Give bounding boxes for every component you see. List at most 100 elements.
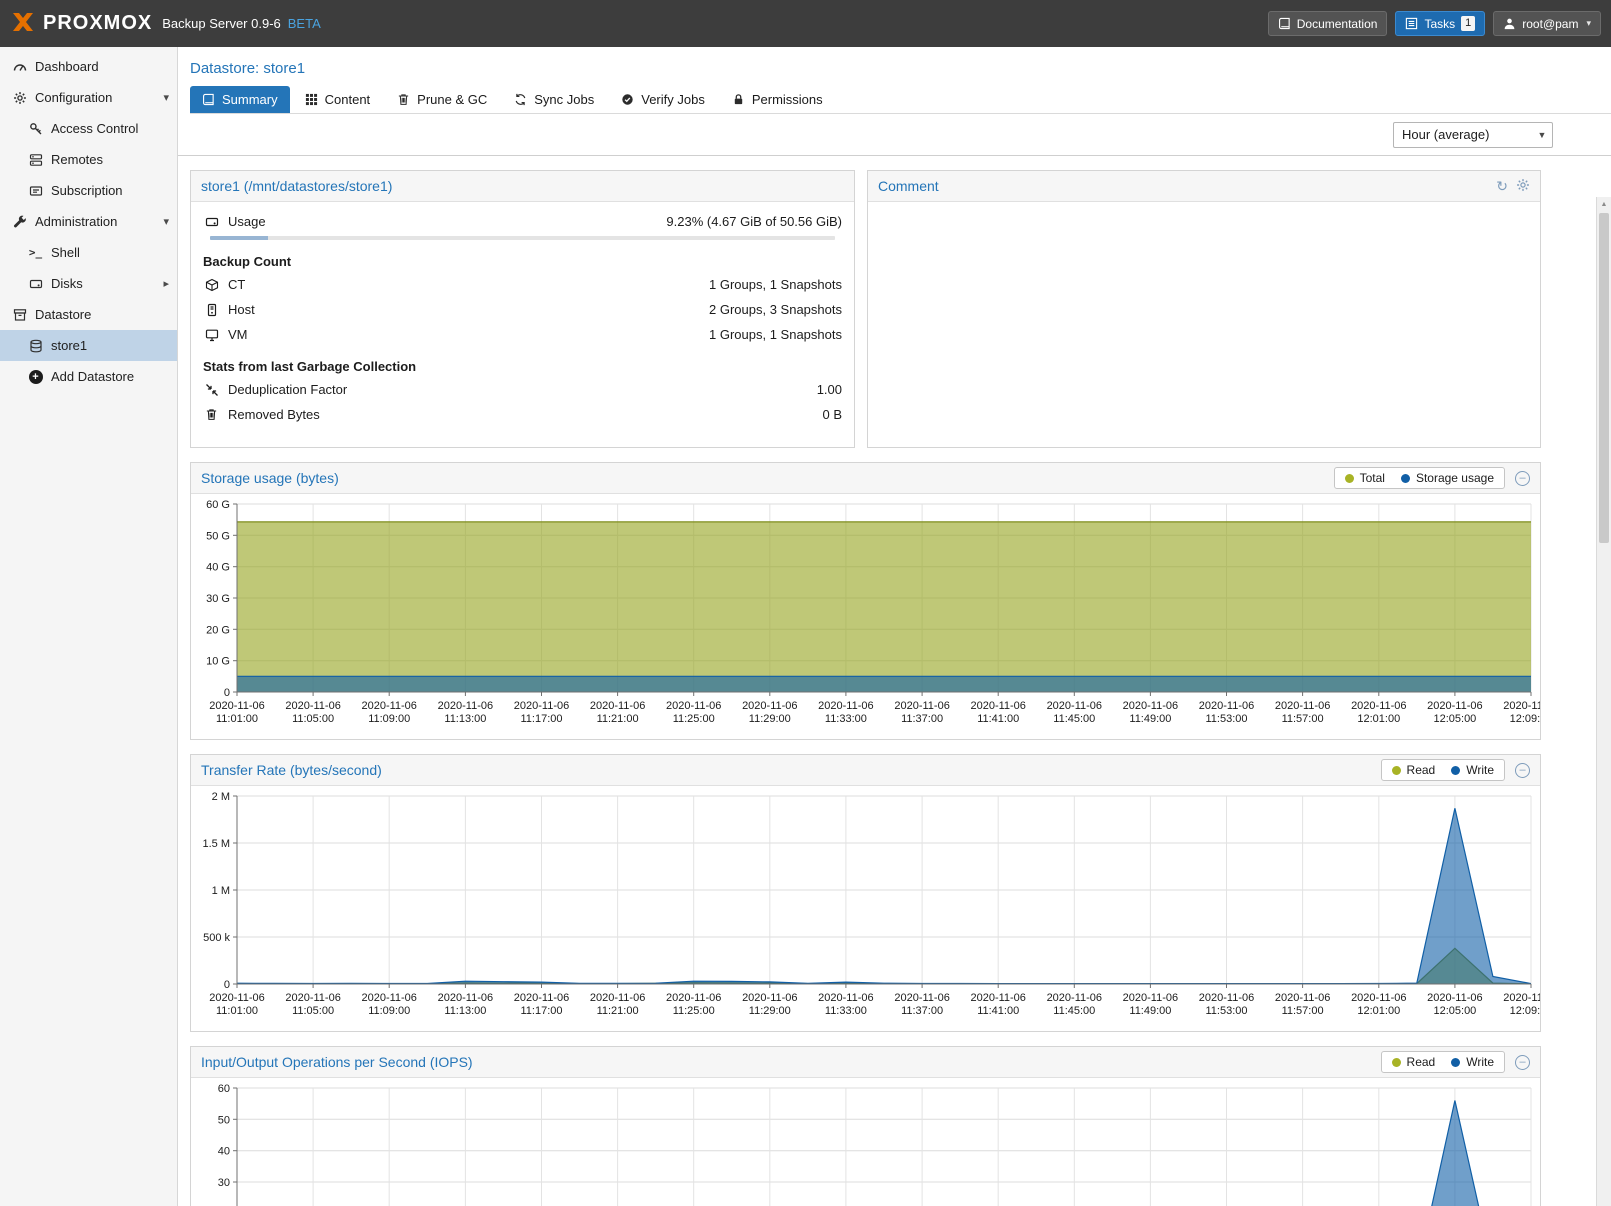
svg-text:11:17:00: 11:17:00 (520, 1005, 562, 1017)
tasks-count-badge: 1 (1461, 16, 1475, 31)
sidebar-item-subscription[interactable]: Subscription (0, 175, 177, 206)
legend-item-read[interactable]: Read (1392, 763, 1436, 777)
scrollbar-thumb[interactable] (1599, 213, 1609, 543)
storage-usage-chart: 60 G50 G40 G30 G20 G10 G02020-11-0611:01… (191, 496, 1540, 732)
host-row: Host 2 Groups, 3 Snapshots (191, 297, 854, 322)
svg-text:30: 30 (218, 1177, 230, 1189)
svg-text:2020-11-06: 2020-11-06 (1047, 700, 1102, 712)
svg-text:12:09:00: 12:09:00 (1510, 713, 1540, 725)
sidebar-item-administration[interactable]: Administration ▾ (0, 206, 177, 237)
sidebar-item-disks[interactable]: Disks ▸ (0, 268, 177, 299)
sidebar-item-add-datastore[interactable]: + Add Datastore (0, 361, 177, 392)
iops-chart: 60504030201002020-11-0611:01:002020-11-0… (191, 1080, 1540, 1206)
svg-text:2020-11-06: 2020-11-06 (514, 700, 569, 712)
datastore-summary-panel: store1 (/mnt/datastores/store1) Usage 9.… (190, 170, 855, 448)
legend-item-write[interactable]: Write (1451, 1055, 1494, 1069)
svg-text:2020-11-06: 2020-11-06 (361, 700, 416, 712)
svg-text:50: 50 (218, 1114, 230, 1126)
svg-text:1 M: 1 M (212, 885, 230, 897)
tachometer-icon (10, 60, 29, 74)
svg-text:20 G: 20 G (206, 624, 230, 636)
legend-dot (1401, 474, 1410, 483)
sidebar: Dashboard Configuration ▾ Access Control… (0, 47, 178, 1206)
server-tower-icon (203, 303, 220, 317)
sidebar-item-shell[interactable]: >_ Shell (0, 237, 177, 268)
sidebar-item-access-control[interactable]: Access Control (0, 113, 177, 144)
svg-text:11:37:00: 11:37:00 (901, 713, 943, 725)
svg-text:1.5 M: 1.5 M (202, 838, 230, 850)
book-icon (1278, 17, 1291, 30)
reload-icon[interactable]: ↻ (1496, 179, 1508, 193)
usage-progressbar (210, 236, 835, 240)
vm-row: VM 1 Groups, 1 Snapshots (191, 322, 854, 347)
gears-icon (10, 91, 29, 105)
sidebar-item-configuration[interactable]: Configuration ▾ (0, 82, 177, 113)
svg-text:2020-11-06: 2020-11-06 (818, 992, 873, 1004)
legend-item-write[interactable]: Write (1451, 763, 1494, 777)
svg-text:2020-11-06: 2020-11-06 (1427, 700, 1482, 712)
svg-text:40: 40 (218, 1146, 230, 1158)
caret-down-icon[interactable]: ▾ (163, 215, 169, 228)
svg-text:11:25:00: 11:25:00 (673, 713, 715, 725)
user-menu-button[interactable]: root@pam ▾ (1493, 11, 1601, 36)
svg-text:11:17:00: 11:17:00 (520, 713, 562, 725)
svg-text:11:05:00: 11:05:00 (292, 1005, 334, 1017)
archive-icon (10, 308, 29, 322)
sidebar-item-remotes[interactable]: Remotes (0, 144, 177, 175)
gear-icon[interactable] (1516, 178, 1530, 194)
svg-text:2020-11-06: 2020-11-06 (818, 700, 873, 712)
legend-item-read[interactable]: Read (1392, 1055, 1436, 1069)
collapse-icon[interactable]: – (1515, 471, 1530, 486)
svg-text:40 G: 40 G (206, 562, 230, 574)
svg-text:12:01:00: 12:01:00 (1357, 713, 1400, 725)
sidebar-item-datastore[interactable]: Datastore (0, 299, 177, 330)
svg-text:2020-11-06: 2020-11-06 (590, 700, 645, 712)
legend-dot (1451, 1058, 1460, 1067)
tab-summary[interactable]: Summary (190, 86, 290, 113)
usage-row: Usage 9.23% (4.67 GiB of 50.56 GiB) (191, 202, 854, 233)
svg-text:11:41:00: 11:41:00 (977, 1005, 1019, 1017)
tab-content[interactable]: Content (293, 86, 383, 113)
svg-text:2020-11-06: 2020-11-06 (209, 700, 264, 712)
collapse-icon[interactable]: – (1515, 763, 1530, 778)
dedup-row: Deduplication Factor 1.00 (191, 377, 854, 402)
beta-link[interactable]: BETA (288, 16, 321, 31)
wrench-icon (10, 215, 29, 229)
svg-text:11:45:00: 11:45:00 (1053, 713, 1095, 725)
documentation-button[interactable]: Documentation (1268, 11, 1388, 36)
user-icon (1503, 17, 1516, 30)
tab-bar: Summary Content Prune & GC Sync Jobs Ver… (190, 86, 1611, 114)
sidebar-item-dashboard[interactable]: Dashboard (0, 51, 177, 82)
svg-text:2020-11-06: 2020-11-06 (438, 700, 493, 712)
caret-right-icon[interactable]: ▸ (163, 277, 169, 290)
svg-text:11:33:00: 11:33:00 (825, 713, 867, 725)
svg-text:11:01:00: 11:01:00 (216, 713, 258, 725)
timeframe-select[interactable]: Hour (average) ▼ (1393, 122, 1553, 148)
svg-text:2020-11-06: 2020-11-06 (1199, 700, 1254, 712)
check-circle-icon (621, 93, 634, 106)
legend-item-total[interactable]: Total (1345, 471, 1385, 485)
chevron-down-icon: ▾ (1586, 18, 1591, 29)
vertical-scrollbar[interactable]: ▲ (1596, 197, 1611, 1206)
collapse-icon[interactable]: – (1515, 1055, 1530, 1070)
svg-text:2020-11-06: 2020-11-06 (1503, 992, 1540, 1004)
svg-text:11:29:00: 11:29:00 (749, 713, 791, 725)
top-header: PROXMOX Backup Server 0.9-6 BETA Documen… (0, 0, 1611, 47)
sidebar-item-store1[interactable]: store1 (0, 330, 177, 361)
svg-text:11:37:00: 11:37:00 (901, 1005, 943, 1017)
tab-permissions[interactable]: Permissions (720, 86, 835, 113)
svg-text:11:41:00: 11:41:00 (977, 713, 1019, 725)
svg-text:11:25:00: 11:25:00 (673, 1005, 715, 1017)
svg-text:2020-11-06: 2020-11-06 (1351, 700, 1406, 712)
svg-text:12:01:00: 12:01:00 (1357, 1005, 1400, 1017)
legend-dot (1345, 474, 1354, 483)
tab-verify-jobs[interactable]: Verify Jobs (609, 86, 717, 113)
tab-prune-gc[interactable]: Prune & GC (385, 86, 499, 113)
svg-text:11:57:00: 11:57:00 (1282, 713, 1324, 725)
scroll-up-icon[interactable]: ▲ (1597, 197, 1611, 212)
caret-down-icon[interactable]: ▾ (163, 91, 169, 104)
legend-item-storage-usage[interactable]: Storage usage (1401, 471, 1494, 485)
tasks-button[interactable]: Tasks 1 (1395, 11, 1485, 36)
tab-sync-jobs[interactable]: Sync Jobs (502, 86, 606, 113)
grid-icon (305, 93, 318, 106)
